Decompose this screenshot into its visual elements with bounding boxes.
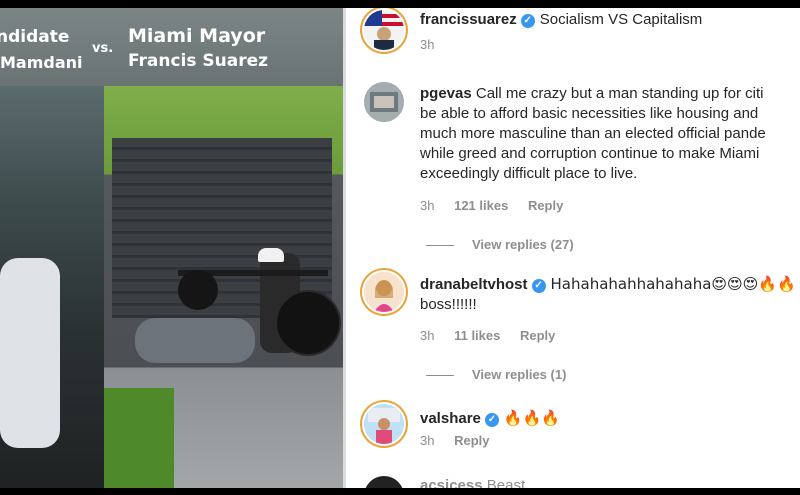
user-avatar-icon [364,82,404,122]
comment-text-line: Hahahahahhahahaha😍😍😍🔥🔥 [550,275,796,293]
left-person-figure [0,258,60,448]
video-title-banner: ndidate Mamdani vs. Miami Mayor Francis … [0,8,343,86]
reply-button[interactable]: Reply [528,198,563,213]
spotter-cap [258,248,284,262]
flag-avatar-icon [364,10,404,50]
comment-text-line: boss!!!!!! [420,296,477,313]
comment-username[interactable]: acsicess [420,477,483,488]
banner-left-line1: ndidate [0,27,70,47]
comment-username[interactable]: valshare [420,410,481,427]
reply-button[interactable]: Reply [520,328,555,343]
banner-left-line2: Mamdani [0,53,83,72]
user-avatar-icon [364,272,404,312]
comment-username[interactable]: dranabeltvhost [420,276,528,293]
banner-right-line2: Francis Suarez [128,51,269,71]
avatar[interactable] [364,82,404,122]
comment-time: 3h [420,198,435,213]
view-replies-button[interactable]: View replies (1) [426,367,566,382]
video-panel[interactable]: ndidate Mamdani vs. Miami Mayor Francis … [0,8,343,488]
comment-text-line: much more masculine than an elected offi… [420,125,766,142]
comment-username[interactable]: pgevas [420,85,472,102]
comment-text-line: Call me crazy but a man standing up for … [475,85,764,102]
post-time: 3h [420,37,435,52]
view-replies-button[interactable]: View replies (27) [426,237,574,252]
verified-badge-icon: ✓ [520,14,535,28]
lifter-figure [135,318,255,363]
comment-text: Beast [486,477,526,488]
avatar[interactable] [364,10,404,50]
comment-text-line: be able to afford basic necessities like… [420,105,759,122]
comment-text-line: while greed and corruption continue to m… [420,145,760,162]
screen-frame: ndidate Mamdani vs. Miami Mayor Francis … [0,8,800,488]
replies-line [426,245,454,247]
comments-panel[interactable]: francissuarez ✓ Socialism VS Capitalism 3h… [346,8,800,488]
avatar[interactable] [364,272,404,312]
weight-plate-right [275,290,341,356]
verified-badge-icon: ✓ [531,279,546,293]
view-replies-label: View replies (1) [472,367,567,382]
post-caption: Socialism VS Capitalism [539,11,703,28]
user-avatar-icon [364,404,404,444]
verified-badge-icon: ✓ [484,413,499,427]
post-username[interactable]: francissuarez [420,11,517,28]
comment-time: 3h [420,328,435,343]
comment-text-line: exceedingly difficult place to live. [420,165,638,182]
grass-image [104,388,174,488]
replies-line [426,375,454,377]
view-replies-label: View replies (27) [472,237,574,252]
comment-text: 🔥🔥🔥 [503,409,560,427]
comment-time: 3h [420,433,435,448]
banner-right-line1: Miami Mayor [128,25,266,47]
avatar[interactable] [364,404,404,444]
avatar[interactable] [364,476,404,488]
banner-vs: vs. [92,41,114,56]
likes-count[interactable]: 11 likes [454,328,500,343]
likes-count[interactable]: 121 likes [454,198,508,213]
reply-button[interactable]: Reply [454,433,489,448]
weight-plate-left [178,270,218,310]
